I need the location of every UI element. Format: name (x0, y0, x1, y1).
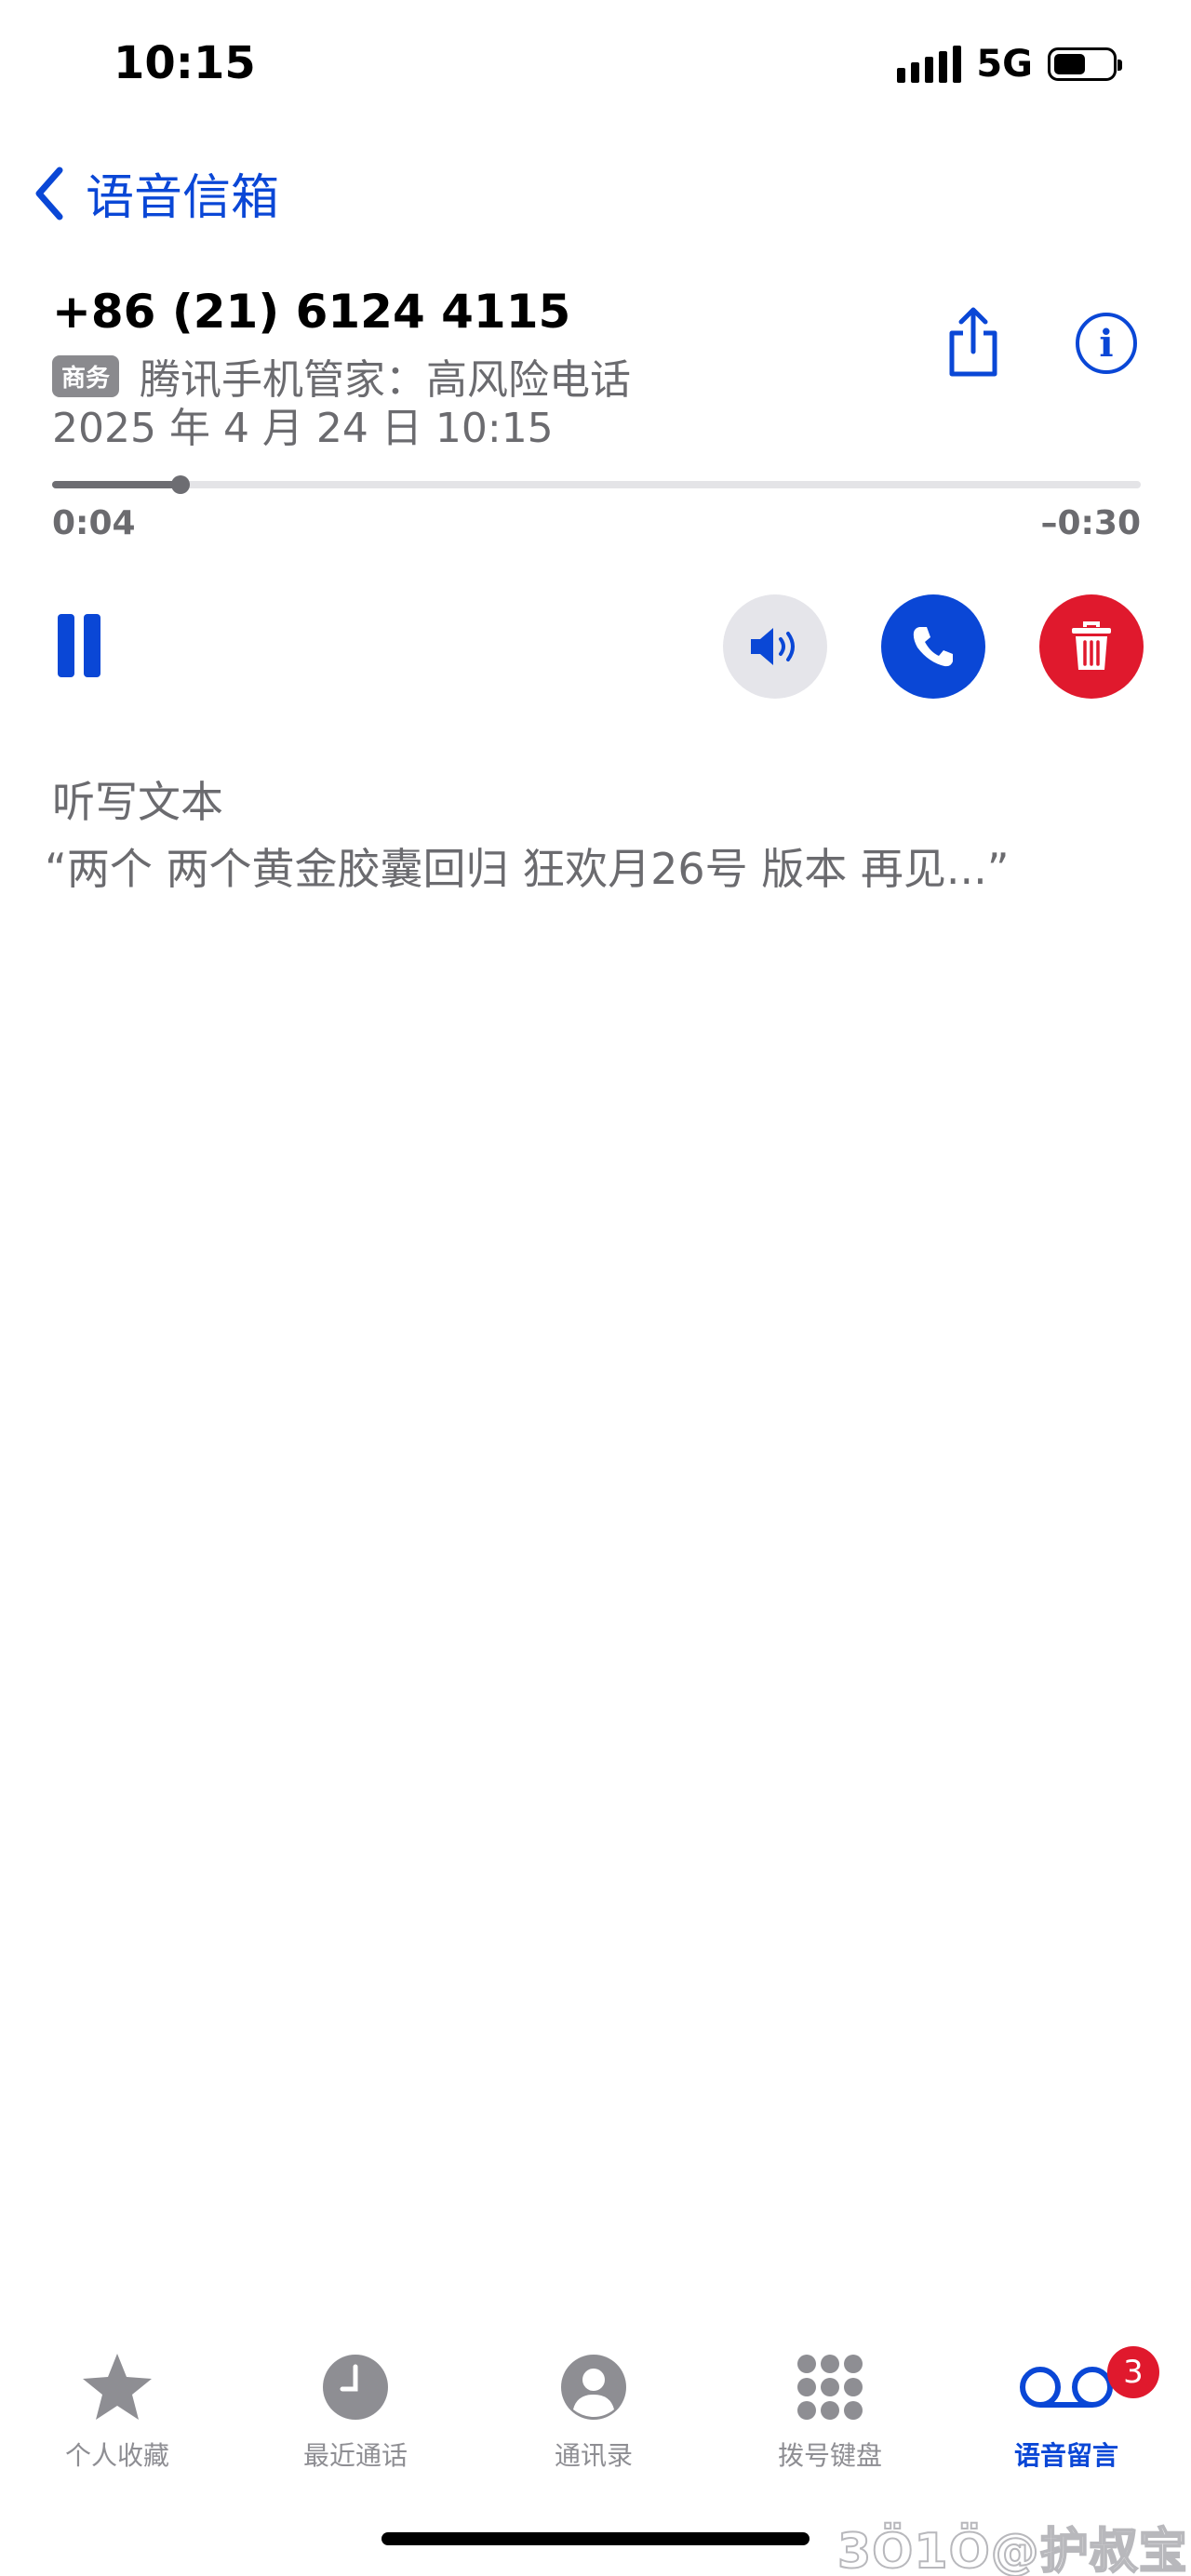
tag-badge: 商务 (52, 354, 120, 397)
star-icon (83, 2354, 152, 2420)
time-remaining: –0:30 (1040, 504, 1141, 542)
scrubber-handle[interactable] (171, 475, 191, 494)
tab-label: 语音留言 (1013, 2440, 1118, 2471)
share-icon (949, 307, 997, 377)
tab-label: 拨号键盘 (777, 2440, 882, 2471)
pause-button[interactable] (58, 614, 106, 677)
tab-keypad[interactable]: 拨号键盘 (737, 2344, 923, 2473)
delete-button[interactable] (1039, 594, 1144, 699)
status-time: 10:15 (114, 37, 256, 89)
back-button[interactable]: 语音信箱 (33, 158, 279, 228)
tab-label: 最近通话 (302, 2440, 408, 2471)
transcript-title: 听写文本 (52, 777, 223, 827)
clock-icon (323, 2355, 388, 2420)
info-button[interactable]: i (1076, 313, 1137, 374)
chevron-left-icon (35, 167, 63, 220)
home-indicator[interactable] (381, 2532, 810, 2545)
voicemail-date: 2025 年 4 月 24 日 10:15 (52, 405, 554, 452)
call-back-button[interactable] (881, 594, 985, 699)
playback-scrubber[interactable] (52, 475, 1141, 494)
voicemail-count-badge: 3 (1107, 2346, 1159, 2398)
trash-icon (1072, 621, 1111, 670)
progress-fill (52, 481, 181, 488)
tab-favorites[interactable]: 个人收藏 (24, 2344, 210, 2473)
time-elapsed: 0:04 (52, 504, 136, 542)
caller-number: +86 (21) 6124 4115 (52, 285, 571, 339)
transcript-text: “两个 两个黄金胶囊回归 狂欢月26号 版本 再见...” (45, 844, 1010, 894)
contact-icon (561, 2355, 626, 2420)
keypad-icon (797, 2355, 863, 2420)
tab-bar: 个人收藏 最近通话 通讯录 拨号键盘 语音留言 (0, 2344, 1191, 2493)
back-label: 语音信箱 (86, 170, 280, 226)
tab-contacts[interactable]: 通讯录 (501, 2344, 687, 2473)
share-button[interactable] (938, 303, 1009, 381)
network-label: 5G (976, 43, 1033, 86)
pause-icon (58, 614, 74, 677)
speaker-button[interactable] (723, 594, 827, 699)
speaker-icon (751, 628, 795, 665)
signal-icon (897, 46, 962, 83)
tab-label: 通讯录 (554, 2440, 633, 2471)
battery-icon (1048, 47, 1122, 81)
tab-recents[interactable]: 最近通话 (262, 2344, 448, 2473)
status-indicators: 5G (897, 43, 1122, 86)
info-icon: i (1099, 321, 1114, 366)
tab-label: 个人收藏 (64, 2440, 169, 2471)
voicemail-icon (1020, 2367, 1113, 2408)
watermark: 3Ö1Ö@护叔宝 (836, 2523, 1188, 2576)
phone-icon (913, 627, 953, 667)
